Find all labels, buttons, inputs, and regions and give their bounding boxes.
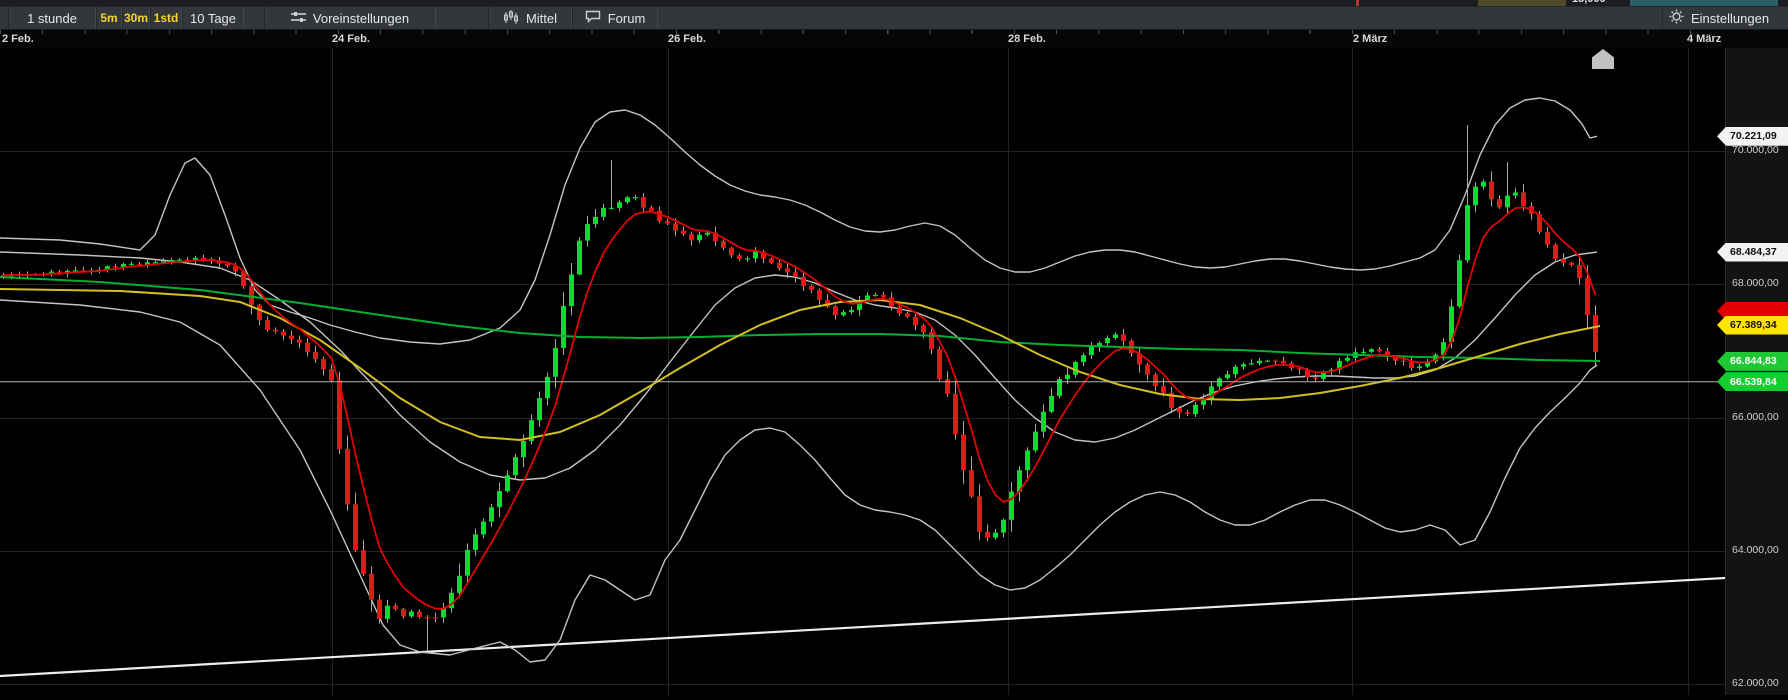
gear-icon (1669, 9, 1684, 27)
forum-button[interactable]: Forum (572, 7, 658, 29)
voreinstellungen-button[interactable]: Voreinstellungen (264, 7, 436, 29)
speech-bubble-icon (585, 10, 601, 26)
price-axis-label: 64.000,00 (1732, 544, 1779, 556)
ma-yellow[interactable] (0, 288, 1601, 442)
candles[interactable] (1, 181, 1598, 619)
candlestick-icon (503, 9, 519, 27)
current-price-tag: 66.539,84 (1717, 372, 1788, 392)
timeframe-30m-label: 30m (123, 11, 149, 25)
mittel-label: Mittel (525, 10, 558, 26)
ma-red[interactable] (3, 206, 1597, 610)
date-label: 24 Feb. (332, 33, 370, 45)
trendline[interactable] (0, 576, 1726, 678)
sliders-icon (290, 11, 306, 26)
indicator-price-tag: 68.484,37 (1717, 242, 1788, 262)
time-axis[interactable]: 2 Feb. 24 Feb. 26 Feb. 28 Feb. 2 März 4 März (0, 30, 1788, 48)
trading-app-window: { "top_strip": {"value_label": "15,000"}… (0, 0, 1788, 695)
date-label: 28 Feb. (1008, 33, 1046, 45)
mittel-button[interactable]: Mittel (488, 7, 572, 29)
ma-green[interactable] (0, 276, 1601, 362)
einstellungen-button[interactable]: Einstellungen (1662, 7, 1788, 29)
timeframe-5m-label: 5m (100, 11, 118, 25)
indicator-price-tag: 70.221,09 (1717, 126, 1788, 146)
timeframe-1std-label: 1std (153, 11, 179, 25)
timeframe-1std-button[interactable]: 1std (150, 7, 182, 29)
upper-panel-value: 15,000 (1572, 0, 1606, 5)
bollinger-upper[interactable] (0, 97, 1598, 345)
indicator-price-tag: 66.844,83 (1717, 351, 1788, 371)
time-axis-minor-ticks (0, 30, 1725, 34)
timeframe-label: 1 stunde (27, 10, 77, 26)
price-axis-label: 66.000,00 (1732, 410, 1779, 423)
candlestick-chart[interactable] (0, 48, 1726, 695)
date-label: 2 Feb. (2, 33, 34, 45)
date-label: 4 März (1687, 33, 1722, 45)
date-label: 2 März (1353, 33, 1388, 45)
chart-toolbar: 1 stunde 5m 30m 1std 10 Tage Voreinstell… (0, 6, 1788, 30)
timeframe-5m-button[interactable]: 5m (96, 7, 122, 29)
voreinstellungen-label: Voreinstellungen (312, 10, 410, 26)
timeframe-30m-button[interactable]: 30m (122, 7, 150, 29)
gridlines (0, 48, 1725, 695)
price-axis[interactable]: 70.000,00 68.000,00 66.000,00 64.000,00 62.0… (1717, 48, 1788, 695)
indicator-price-tag: 67.389,34 (1717, 315, 1788, 335)
range-10-tage-button[interactable]: 10 Tage (182, 7, 244, 29)
date-label: 26 Feb. (668, 33, 706, 45)
price-axis-label: 62.000,00 (1732, 677, 1779, 690)
einstellungen-label: Einstellungen (1691, 10, 1770, 26)
timeframe-button[interactable]: 1 stunde (8, 7, 96, 29)
price-axis-label: 70.000,00 (1732, 144, 1779, 156)
range-label: 10 Tage (189, 10, 237, 26)
forum-label: Forum (607, 10, 646, 26)
price-axis-label: 68.000,00 (1732, 277, 1779, 290)
chart-canvas[interactable] (0, 48, 1726, 695)
